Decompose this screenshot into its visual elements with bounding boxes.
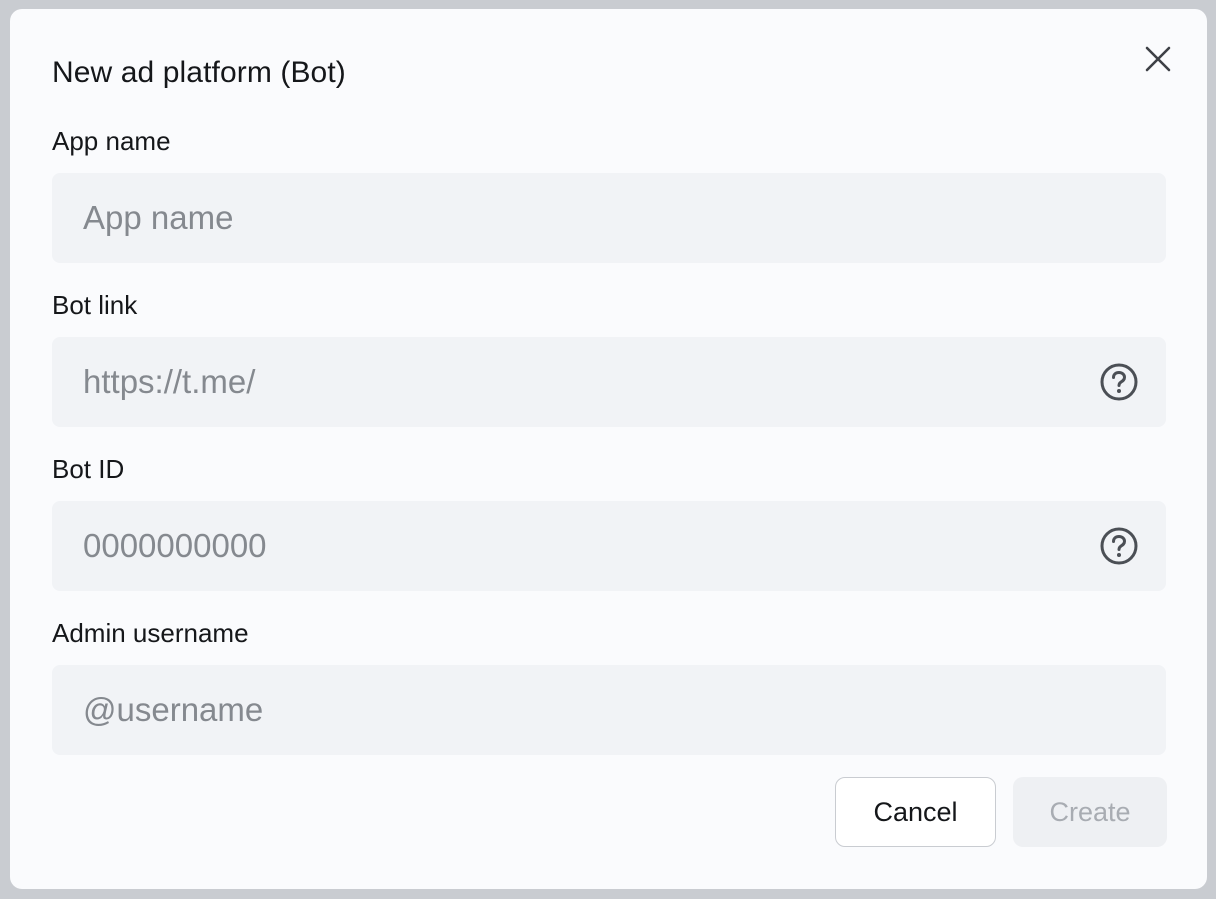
bot-link-help-button[interactable] <box>1099 362 1139 402</box>
bot-id-help-button[interactable] <box>1099 526 1139 566</box>
question-circle-icon <box>1100 527 1138 565</box>
bot-link-input[interactable] <box>52 337 1166 427</box>
app-name-field-box <box>52 173 1166 263</box>
new-ad-platform-dialog: New ad platform (Bot) App name Bot link … <box>10 9 1207 889</box>
bot-link-field-box <box>52 337 1166 427</box>
app-name-input[interactable] <box>52 173 1166 263</box>
admin-username-field-box <box>52 665 1166 755</box>
dialog-title: New ad platform (Bot) <box>52 56 346 89</box>
bot-id-field-box <box>52 501 1166 591</box>
close-icon <box>1145 46 1171 72</box>
app-name-label: App name <box>52 126 171 156</box>
create-button[interactable]: Create <box>1013 777 1167 847</box>
close-button[interactable] <box>1138 39 1178 79</box>
bot-id-label: Bot ID <box>52 454 125 484</box>
admin-username-label: Admin username <box>52 618 249 648</box>
question-circle-icon <box>1100 363 1138 401</box>
bot-id-input[interactable] <box>52 501 1166 591</box>
bot-link-label: Bot link <box>52 290 138 320</box>
cancel-button[interactable]: Cancel <box>835 777 996 847</box>
admin-username-input[interactable] <box>52 665 1166 755</box>
